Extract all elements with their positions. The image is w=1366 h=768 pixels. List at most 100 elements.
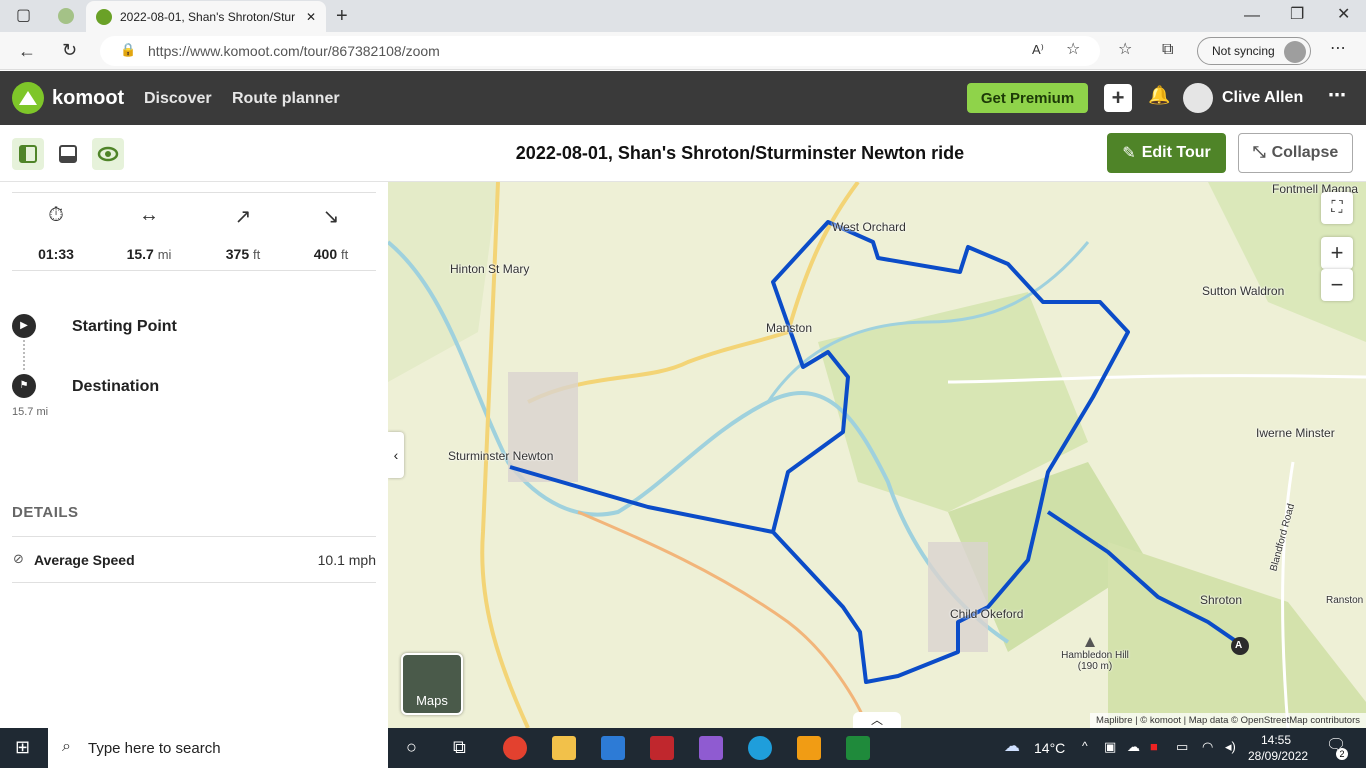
file-explorer-icon[interactable] [552, 736, 576, 760]
profile-button[interactable]: Not syncing [1197, 37, 1311, 65]
stat-distance: ↔ 15.7 mi [109, 204, 189, 262]
battery-icon[interactable]: ▭ [1176, 740, 1188, 753]
microsoft-store-icon[interactable] [601, 736, 625, 760]
maps-label: Maps [416, 693, 448, 708]
inactive-tab-icon[interactable] [58, 8, 74, 24]
stopwatch-icon: ⏱ [48, 204, 64, 226]
divider [12, 192, 376, 193]
nav-route-planner[interactable]: Route planner [232, 90, 340, 108]
minimize-icon[interactable]: — [1244, 8, 1260, 24]
starting-point-label[interactable]: Starting Point [72, 318, 177, 336]
collections-icon[interactable]: ⧉ [1162, 42, 1173, 58]
tray-app-icon[interactable]: ■ [1150, 740, 1158, 753]
tab-actions-icon[interactable]: ▢ [16, 8, 31, 24]
distance-icon: ↔ [139, 204, 159, 226]
stat-uphill: ↗ 375 ft [203, 204, 283, 262]
new-tab-icon[interactable]: + [336, 6, 348, 26]
refresh-icon[interactable]: ↻ [62, 41, 77, 59]
komoot-header: komoot Discover Route planner Get Premiu… [0, 71, 1366, 125]
collapse-button[interactable]: ⤡ Collapse [1238, 133, 1353, 173]
lock-icon[interactable]: 🔒 [120, 43, 136, 56]
place-west-orchard: West Orchard [832, 220, 906, 234]
stat-duration: ⏱ 01:33 [16, 204, 96, 262]
filezilla-icon[interactable] [650, 736, 674, 760]
stat-downhill-unit: ft [341, 247, 349, 262]
restore-icon[interactable]: ❐ [1290, 7, 1304, 23]
tab-active[interactable]: 2022-08-01, Shan's Shroton/Stur ✕ [86, 1, 326, 32]
tour-map[interactable]: A Fontmell Magna West Orchard Hinton St … [388, 182, 1366, 728]
weather-temperature[interactable]: 14°C [1034, 740, 1065, 756]
collapse-sidebar-chevron-icon[interactable]: ‹ [388, 432, 404, 478]
notifications-bell-icon[interactable]: 🔔 [1148, 85, 1170, 107]
read-aloud-icon[interactable]: A⁾ [1032, 43, 1044, 56]
zoom-out-icon[interactable]: − [1321, 269, 1353, 301]
komoot-favicon-icon [96, 8, 112, 25]
spreadsheet-icon[interactable] [846, 736, 870, 760]
edge-icon[interactable] [748, 736, 772, 760]
onedrive-icon[interactable]: ☁ [1127, 740, 1140, 753]
fullscreen-icon[interactable]: ⛶ [1321, 192, 1353, 224]
notepad-icon[interactable] [699, 736, 723, 760]
favorites-icon[interactable]: ☆ [1118, 42, 1132, 58]
user-avatar[interactable] [1183, 83, 1213, 113]
destination-distance: 15.7 mi [12, 406, 49, 418]
tray-meet-icon[interactable]: ▣ [1104, 740, 1116, 753]
zoom-in-icon[interactable]: + [1321, 237, 1353, 269]
start-play-icon[interactable]: ▶ [12, 314, 36, 338]
place-sutton-waldron: Sutton Waldron [1202, 284, 1285, 298]
logo-text: komoot [52, 86, 125, 109]
map-attribution: Maplibre | © komoot | Map data © OpenStr… [1090, 713, 1366, 728]
waypoint-connector [23, 340, 25, 370]
place-sturminster-newton: Sturminster Newton [448, 449, 554, 463]
taskbar-search-box[interactable]: ⌕ Type here to search [48, 728, 388, 768]
more-options-icon[interactable]: ⋯ [1328, 85, 1346, 106]
taskbar-clock[interactable]: 14:55 28/09/2022 [1248, 732, 1309, 764]
sublime-text-icon[interactable] [797, 736, 821, 760]
komoot-logo-icon [12, 82, 44, 114]
stat-distance-value: 15.7 [126, 246, 154, 262]
komoot-logo[interactable]: komoot [12, 82, 124, 114]
weather-cloud-icon[interactable]: ☁ [1004, 739, 1020, 755]
chrome-icon[interactable] [503, 736, 527, 760]
edit-tour-button[interactable]: ✎ Edit Tour [1107, 133, 1226, 173]
task-view-icon[interactable]: ⧉ [453, 738, 466, 756]
downhill-icon: ↘ [322, 206, 340, 228]
place-hinton-st-mary: Hinton St Mary [450, 262, 530, 276]
place-iwerne-minster: Iwerne Minster [1256, 426, 1335, 440]
pencil-icon: ✎ [1122, 145, 1136, 162]
clock-date: 28/09/2022 [1248, 749, 1309, 763]
average-speed-label: Average Speed [34, 552, 135, 568]
url-field[interactable]: 🔒 https://www.komoot.com/tour/867382108/… [100, 36, 1100, 66]
add-icon[interactable]: + [1104, 84, 1132, 112]
address-bar: ← ↻ 🔒 https://www.komoot.com/tour/867382… [0, 32, 1366, 70]
windows-start-icon[interactable]: ⊞ [15, 738, 30, 756]
map-layers-button[interactable]: Maps [401, 653, 463, 715]
user-name[interactable]: Clive Allen [1222, 89, 1303, 107]
collapse-label: Collapse [1271, 144, 1339, 161]
cortana-icon[interactable]: ○ [406, 738, 417, 756]
browser-tab-strip: ▢ 2022-08-01, Shan's Shroton/Stur ✕ + — … [0, 0, 1366, 32]
destination-label[interactable]: Destination [72, 378, 159, 396]
get-premium-button[interactable]: Get Premium [967, 83, 1088, 113]
close-tab-icon[interactable]: ✕ [306, 10, 316, 24]
start-marker-label: A [1235, 640, 1243, 651]
eye-view-icon[interactable] [92, 138, 124, 170]
place-manston: Manston [766, 321, 813, 335]
nav-discover[interactable]: Discover [144, 90, 212, 108]
notifications-count: 2 [1336, 748, 1348, 760]
expand-panel-chevron-icon[interactable]: ︿ [853, 712, 901, 728]
volume-icon[interactable]: ◂) [1225, 740, 1236, 753]
bottom-layout-icon[interactable] [52, 138, 84, 170]
add-favorite-icon[interactable]: ☆ [1066, 42, 1080, 58]
back-icon[interactable]: ← [18, 42, 36, 60]
average-speed-value: 10.1 mph [317, 552, 376, 568]
settings-more-icon[interactable]: ⋯ [1330, 41, 1346, 57]
sidebar-layout-icon[interactable] [12, 138, 44, 170]
close-window-icon[interactable]: ✕ [1337, 7, 1350, 23]
stat-duration-value: 01:33 [38, 246, 74, 262]
search-icon: ⌕ [62, 738, 71, 755]
wifi-icon[interactable]: ◠ [1202, 740, 1213, 753]
show-hidden-icons-icon[interactable]: ^ [1082, 740, 1088, 752]
destination-flag-icon[interactable]: ⚑ [12, 374, 36, 398]
uphill-icon: ↗ [234, 206, 252, 228]
